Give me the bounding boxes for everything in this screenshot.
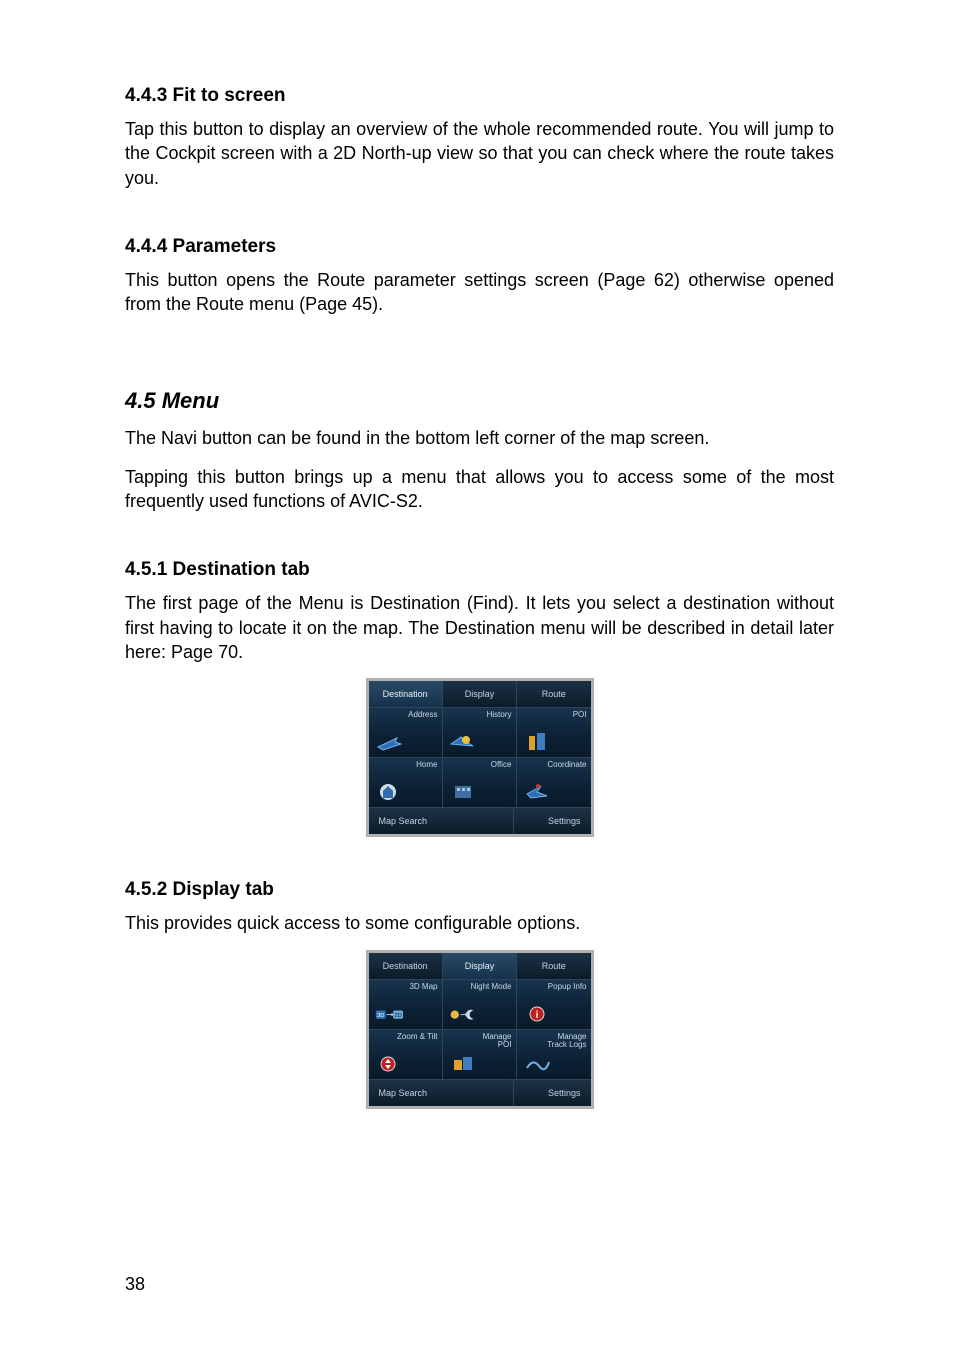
- cell-label: Address: [408, 711, 437, 719]
- cell-coordinate[interactable]: Coordinate: [517, 757, 591, 807]
- page-number: 38: [125, 1274, 145, 1295]
- heading-destination-tab: 4.5.1 Destination tab: [125, 559, 834, 581]
- heading-menu: 4.5 Menu: [125, 388, 834, 414]
- cell-zoom-tilt[interactable]: Zoom & Tilt: [369, 1029, 443, 1079]
- tab-display[interactable]: Display: [443, 953, 517, 979]
- popup-info-icon: i: [523, 1002, 551, 1024]
- svg-text:i: i: [535, 1010, 538, 1021]
- footer-settings[interactable]: Settings: [514, 1080, 591, 1106]
- body-destination-tab: The first page of the Menu is Destinatio…: [125, 591, 834, 664]
- body-menu-p1: The Navi button can be found in the bott…: [125, 426, 834, 450]
- manage-poi-icon: [449, 1052, 477, 1074]
- address-icon: [375, 730, 403, 752]
- cell-address[interactable]: Address: [369, 707, 443, 757]
- tab-display[interactable]: Display: [443, 681, 517, 707]
- body-fit-to-screen: Tap this button to display an overview o…: [125, 117, 834, 190]
- office-icon: [449, 780, 477, 802]
- zoom-tilt-icon: [375, 1052, 403, 1074]
- cell-label: Popup Info: [548, 983, 587, 991]
- heading-display-tab: 4.5.2 Display tab: [125, 879, 834, 901]
- coordinate-icon: [523, 780, 551, 802]
- cell-label: Coordinate: [547, 761, 586, 769]
- cell-poi[interactable]: POI: [517, 707, 591, 757]
- cell-label: Office: [491, 761, 512, 769]
- cell-label: Manage POI: [483, 1033, 512, 1050]
- tab-destination[interactable]: Destination: [369, 953, 443, 979]
- cell-label: Home: [416, 761, 437, 769]
- tab-route[interactable]: Route: [517, 953, 590, 979]
- cell-label: History: [487, 711, 512, 719]
- cell-3d-map[interactable]: 3D Map 3D 2D: [369, 979, 443, 1029]
- footer-map-search[interactable]: Map Search: [369, 1080, 514, 1106]
- tab-destination[interactable]: Destination: [369, 681, 443, 707]
- track-logs-icon: [523, 1052, 551, 1074]
- svg-text:3D: 3D: [377, 1013, 384, 1019]
- history-icon: [449, 730, 477, 752]
- cell-label: Night Mode: [471, 983, 512, 991]
- home-icon: [375, 780, 403, 802]
- body-display-tab: This provides quick access to some confi…: [125, 911, 834, 935]
- cell-label: 3D Map: [409, 983, 437, 991]
- body-menu-p2: Tapping this button brings up a menu tha…: [125, 465, 834, 514]
- night-mode-icon: [449, 1002, 477, 1024]
- screenshot-destination-tab: Destination Display Route Address Histor…: [366, 678, 594, 837]
- cell-label: Zoom & Tilt: [397, 1033, 437, 1041]
- cell-home[interactable]: Home: [369, 757, 443, 807]
- screenshot-display-tab: Destination Display Route 3D Map 3D 2D Ni…: [366, 950, 594, 1109]
- tab-route[interactable]: Route: [517, 681, 590, 707]
- cell-label: POI: [573, 711, 587, 719]
- cell-label: Manage Track Logs: [547, 1033, 586, 1050]
- poi-icon: [523, 730, 551, 752]
- cell-popup-info[interactable]: Popup Info i: [517, 979, 591, 1029]
- cell-night-mode[interactable]: Night Mode: [443, 979, 517, 1029]
- svg-text:2D: 2D: [394, 1013, 401, 1019]
- footer-map-search[interactable]: Map Search: [369, 808, 514, 834]
- map-3d-2d-icon: 3D 2D: [375, 1002, 403, 1024]
- footer-settings[interactable]: Settings: [514, 808, 591, 834]
- cell-history[interactable]: History: [443, 707, 517, 757]
- cell-manage-poi[interactable]: Manage POI: [443, 1029, 517, 1079]
- body-parameters: This button opens the Route parameter se…: [125, 268, 834, 317]
- cell-manage-track-logs[interactable]: Manage Track Logs: [517, 1029, 591, 1079]
- heading-parameters: 4.4.4 Parameters: [125, 236, 834, 258]
- heading-fit-to-screen: 4.4.3 Fit to screen: [125, 85, 834, 107]
- cell-office[interactable]: Office: [443, 757, 517, 807]
